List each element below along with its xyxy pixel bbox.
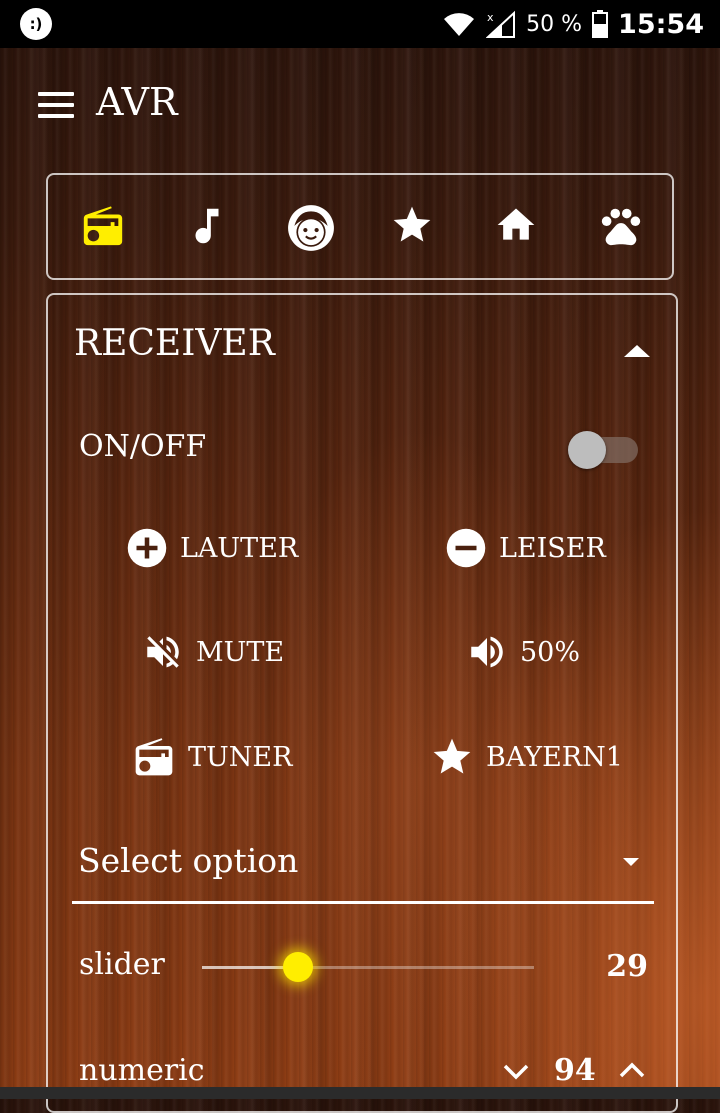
quieter-label: LEISER <box>499 532 606 564</box>
station-button[interactable]: BAYERN1 <box>430 735 623 779</box>
tab-home[interactable] <box>494 203 546 255</box>
chevron-up-icon[interactable] <box>618 1061 646 1079</box>
chat-icon: :) <box>20 8 52 40</box>
mute-label: MUTE <box>196 636 285 668</box>
paw-icon <box>601 208 641 246</box>
clock: 15:54 <box>618 8 704 40</box>
system-nav-bar <box>0 1087 720 1099</box>
toggle-thumb <box>568 431 606 469</box>
quieter-button[interactable]: LEISER <box>445 527 606 569</box>
tuner-label: TUNER <box>188 741 293 773</box>
volume-up-icon <box>471 636 503 668</box>
tab-favorites[interactable] <box>390 203 442 255</box>
minus-circle-icon <box>446 528 486 568</box>
hamburger-menu-icon[interactable] <box>38 92 74 118</box>
battery-icon <box>592 10 609 38</box>
numeric-value: 94 <box>554 1053 596 1088</box>
card-title: RECEIVER <box>74 323 275 364</box>
louder-label: LAUTER <box>180 532 299 564</box>
face-icon <box>288 205 334 251</box>
music-note-icon <box>195 208 219 244</box>
tab-music[interactable] <box>184 203 236 255</box>
status-icons: x 50 % 15:54 <box>442 0 704 48</box>
home-icon <box>497 208 535 240</box>
volume-button[interactable]: 50% <box>466 631 580 673</box>
station-label: BAYERN1 <box>486 741 623 773</box>
power-label: ON/OFF <box>79 429 207 464</box>
volume-label: 50% <box>520 636 581 668</box>
numeric-label: numeric <box>79 1053 205 1088</box>
star-icon <box>393 206 431 242</box>
power-toggle[interactable] <box>568 431 638 469</box>
star-icon <box>433 738 471 774</box>
radio-icon <box>135 738 173 776</box>
chevron-down-icon[interactable] <box>502 1063 530 1081</box>
radio-icon <box>83 206 123 246</box>
dropdown-arrow-icon <box>623 858 639 866</box>
status-bar: :) x 50 % 15:54 <box>0 0 720 48</box>
tab-radio[interactable] <box>80 203 132 255</box>
plus-circle-icon <box>127 528 167 568</box>
receiver-card: RECEIVER ON/OFF LAUTER LEISER MUTE 50% T… <box>46 293 678 1113</box>
volume-off-icon <box>147 636 179 668</box>
louder-button[interactable]: LAUTER <box>126 527 298 569</box>
chevron-up-icon[interactable] <box>622 343 652 359</box>
wifi-icon <box>444 13 475 36</box>
slider-thumb[interactable] <box>283 952 314 982</box>
signal-icon: x <box>486 10 516 38</box>
app-title: AVR <box>96 80 178 124</box>
tab-pets[interactable] <box>598 203 650 255</box>
app-bar: AVR <box>0 48 720 163</box>
select-value: Select option <box>78 841 299 880</box>
tab-face[interactable] <box>286 203 338 255</box>
svg-text:x: x <box>487 11 494 24</box>
option-select[interactable]: Select option <box>72 835 654 904</box>
battery-percent: 50 % <box>526 11 583 37</box>
slider-value: 29 <box>606 949 648 984</box>
tab-bar <box>46 173 674 280</box>
slider-label: slider <box>79 947 165 982</box>
tuner-button[interactable]: TUNER <box>132 735 292 779</box>
mute-button[interactable]: MUTE <box>142 631 284 673</box>
slider-track[interactable] <box>202 952 534 982</box>
